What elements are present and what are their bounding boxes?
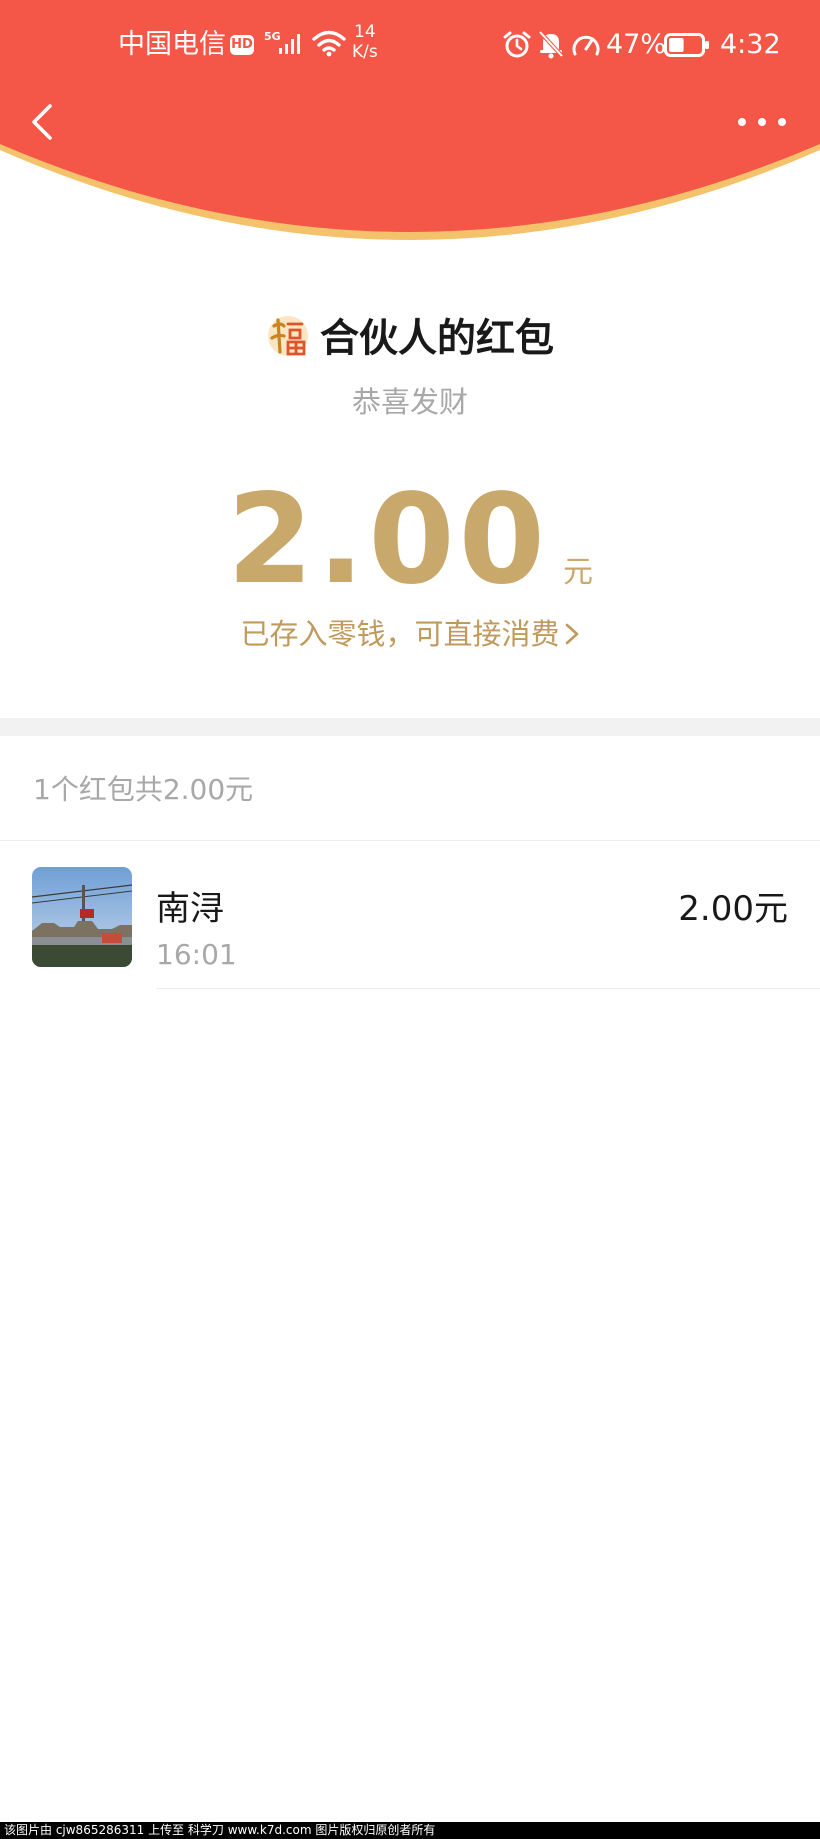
title-text: 合伙人的红包 bbox=[319, 316, 554, 362]
speedometer-icon bbox=[572, 35, 600, 56]
watermark: 该图片由 cjw865286311 上传至 科学刀 www.k7d.com 图片… bbox=[0, 1822, 820, 1839]
chevron-right-icon bbox=[565, 623, 578, 645]
battery-percent: 47% bbox=[606, 29, 667, 60]
back-button[interactable] bbox=[22, 100, 62, 144]
amount-unit: 元 bbox=[562, 555, 593, 590]
clock: 4:32 bbox=[720, 29, 781, 60]
avatar bbox=[32, 867, 132, 967]
net-speed-value: 14 bbox=[354, 22, 376, 42]
hd-badge: HD bbox=[230, 35, 254, 55]
divider bbox=[156, 988, 820, 989]
receive-time: 16:01 bbox=[156, 938, 237, 971]
wallet-link-label: 已存入零钱，可直接消费 bbox=[240, 617, 560, 651]
chevron-left-icon bbox=[32, 104, 52, 140]
wifi-icon bbox=[312, 30, 346, 57]
net-speed-unit: K/s bbox=[352, 42, 378, 62]
battery-icon bbox=[664, 33, 709, 57]
more-button[interactable] bbox=[736, 106, 788, 138]
carrier-name: 中国电信 bbox=[118, 29, 226, 60]
packet-summary: 1个红包共2.00元 bbox=[33, 773, 254, 806]
fu-character-icon bbox=[267, 315, 308, 356]
status-bar: 中国电信 HD 5G 14 K/s 47% 4:32 bbox=[0, 0, 820, 90]
net-speed: 14 K/s bbox=[352, 22, 378, 62]
bell-muted-icon bbox=[538, 30, 564, 59]
amount-display: 2.00 元 bbox=[0, 470, 820, 610]
sender-name: 南浔 bbox=[156, 889, 224, 929]
list-item[interactable]: 南浔 16:01 2.00元 bbox=[0, 841, 820, 989]
alarm-icon bbox=[503, 31, 531, 58]
section-divider bbox=[0, 718, 820, 736]
blessing-text: 恭喜发财 bbox=[351, 385, 468, 419]
red-packet-title: 合伙人的红包 bbox=[0, 310, 820, 368]
received-amount: 2.00元 bbox=[678, 889, 788, 929]
signal-icon bbox=[279, 34, 300, 54]
wallet-link[interactable]: 已存入零钱，可直接消费 bbox=[0, 614, 820, 654]
amount-value: 2.00 bbox=[227, 468, 549, 612]
